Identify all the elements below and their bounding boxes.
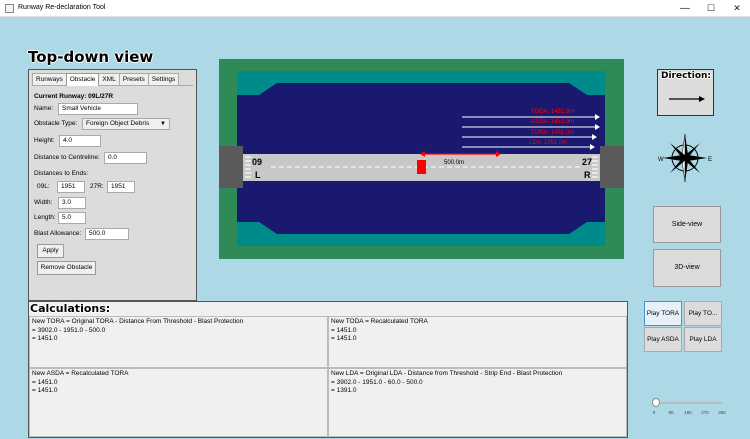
slider-tick-label: 270	[701, 410, 709, 415]
direction-indicator: Direction:	[657, 69, 714, 116]
asda-label: ASDA: 1451.0m	[531, 119, 574, 125]
name-label: Name:	[34, 105, 54, 112]
tora-label: TORA: 1451.0m	[531, 130, 574, 136]
slider-thumb[interactable]	[652, 398, 660, 407]
slider-track[interactable]	[654, 402, 722, 404]
compass-rose-icon: W E	[658, 133, 712, 183]
asda-formula: New ASDA = Recalculated TORA	[32, 370, 129, 377]
obstacle-type-value: Foreign Object Debris	[86, 120, 150, 127]
tab-settings[interactable]: Settings	[147, 73, 180, 85]
direction-heading: Direction:	[661, 71, 712, 81]
play-tora-button[interactable]: Play TORA	[644, 301, 682, 326]
tora-calculation: New TORA = Original TORA - Distance From…	[29, 316, 328, 368]
maximize-button[interactable]: ☐	[698, 0, 724, 17]
obstacle-type-dropdown[interactable]: Foreign Object Debris ▼	[82, 118, 170, 130]
tora-substitution: = 3902.0 - 1951.0 - 500.0	[32, 326, 106, 334]
distances-to-ends-label: Distances to Ends:	[34, 170, 89, 177]
length-input[interactable]: 5.0	[58, 212, 86, 224]
centreline-input[interactable]: 0.0	[104, 152, 147, 164]
play-asda-button[interactable]: Play ASDA	[644, 327, 682, 352]
centreline-label: Distance to Centreline:	[34, 154, 100, 161]
slider-tick-label: 0	[652, 410, 656, 415]
side-view-button[interactable]: Side-view	[653, 206, 721, 243]
height-input[interactable]: 4.0	[59, 135, 101, 147]
length-label: Length:	[34, 214, 56, 221]
end-27r-input[interactable]: 1951	[107, 181, 135, 193]
tora-formula: New TORA = Original TORA - Distance From…	[32, 318, 244, 325]
width-input[interactable]: 3.0	[58, 197, 86, 209]
name-input[interactable]: Small Vehicle	[58, 103, 138, 115]
tora-result: = 1451.0	[32, 335, 58, 342]
calculations-panel: Calculations: New TORA = Original TORA -…	[28, 301, 628, 438]
toda-formula: New TODA = Recalculated TORA	[331, 318, 428, 325]
current-runway-label: Current Runway: 09L/27R	[34, 93, 114, 100]
app-icon	[5, 4, 14, 13]
slider-tick-label: 180	[684, 410, 692, 415]
runway-designator-right-number: 27	[582, 157, 592, 167]
graded-area-bottom	[237, 194, 605, 234]
end-09l-label: 09L:	[37, 183, 50, 190]
apply-button[interactable]: Apply	[37, 244, 64, 258]
compass-west-label: W	[658, 157, 664, 163]
lda-label: LDA: 1391.0m	[529, 140, 567, 146]
chevron-down-icon: ▼	[160, 121, 166, 127]
tab-xml[interactable]: XML	[98, 73, 120, 85]
height-label: Height:	[34, 137, 55, 144]
toda-result: = 1451.0	[331, 335, 357, 342]
play-lda-button[interactable]: Play LDA	[684, 327, 722, 352]
lda-formula: New LDA = Original LDA - Distance from T…	[331, 370, 563, 377]
runway-designator-left-number: 09	[252, 157, 262, 167]
end-09l-input[interactable]: 1951	[57, 181, 85, 193]
window-title: Runway Re-declaration Tool	[18, 4, 106, 11]
toda-calculation: New TODA = Recalculated TORA = 1451.0 = …	[328, 316, 627, 368]
control-panel: Runways Obstacle XML Presets Settings Cu…	[28, 69, 197, 301]
width-label: Width:	[34, 199, 53, 206]
asda-result: = 1451.0	[32, 387, 58, 394]
runway-designator-left-letter: L	[255, 170, 261, 180]
obstacle-marker	[417, 160, 426, 174]
rotation-slider[interactable]: 0 90 180 270 360	[650, 397, 726, 417]
tab-bar: Runways Obstacle XML Presets Settings	[32, 73, 180, 86]
end-27r-label: 27R:	[90, 183, 104, 190]
asda-calculation: New ASDA = Recalculated TORA = 1451.0 = …	[29, 368, 328, 437]
slider-tick-label: 90	[668, 410, 674, 415]
runway-designator-right-letter: R	[584, 170, 591, 180]
lda-substitution: = 3902.0 - 1951.0 - 60.0 - 500.0	[331, 378, 423, 386]
slider-tick-label: 360	[718, 410, 726, 415]
arrow-right-icon	[669, 96, 705, 102]
toda-label: TODA: 1451.0m	[531, 109, 574, 115]
play-toda-button[interactable]: Play TO...	[684, 301, 722, 326]
asda-substitution: = 1451.0	[32, 378, 58, 386]
main-area: Top-down view Runways Obstacle XML Prese…	[0, 17, 750, 439]
obstacle-type-label: Obstacle Type:	[34, 120, 78, 127]
lda-calculation: New LDA = Original LDA - Distance from T…	[328, 368, 627, 437]
remove-obstacle-button[interactable]: Remove Obstacle	[37, 261, 96, 275]
3d-view-button[interactable]: 3D-view	[653, 249, 721, 287]
calculations-heading: Calculations:	[30, 302, 111, 315]
runway-top-down-view: 09 L 27 R 500.0m TODA: 1451.0m ASDA: 145…	[219, 59, 624, 259]
tab-obstacle[interactable]: Obstacle	[65, 73, 100, 86]
lda-result: = 1391.0	[331, 387, 357, 394]
compass-east-label: E	[708, 157, 712, 163]
blast-allowance-input[interactable]: 500.0	[85, 228, 129, 240]
top-down-view-heading: Top-down view	[28, 48, 154, 66]
tab-presets[interactable]: Presets	[118, 73, 149, 85]
obstacle-tab-content: Current Runway: 09L/27R Name: Small Vehi…	[32, 85, 193, 297]
tab-runways[interactable]: Runways	[32, 73, 67, 85]
toda-substitution: = 1451.0	[331, 326, 357, 334]
stopway-left	[219, 146, 243, 188]
close-button[interactable]: ✕	[724, 0, 750, 17]
blast-distance-label: 500.0m	[444, 160, 464, 166]
title-bar: Runway Re-declaration Tool — ☐ ✕	[0, 0, 750, 17]
stopway-right	[600, 146, 624, 188]
blast-allowance-label: Blast Allowance:	[34, 230, 82, 237]
minimize-button[interactable]: —	[672, 0, 698, 17]
